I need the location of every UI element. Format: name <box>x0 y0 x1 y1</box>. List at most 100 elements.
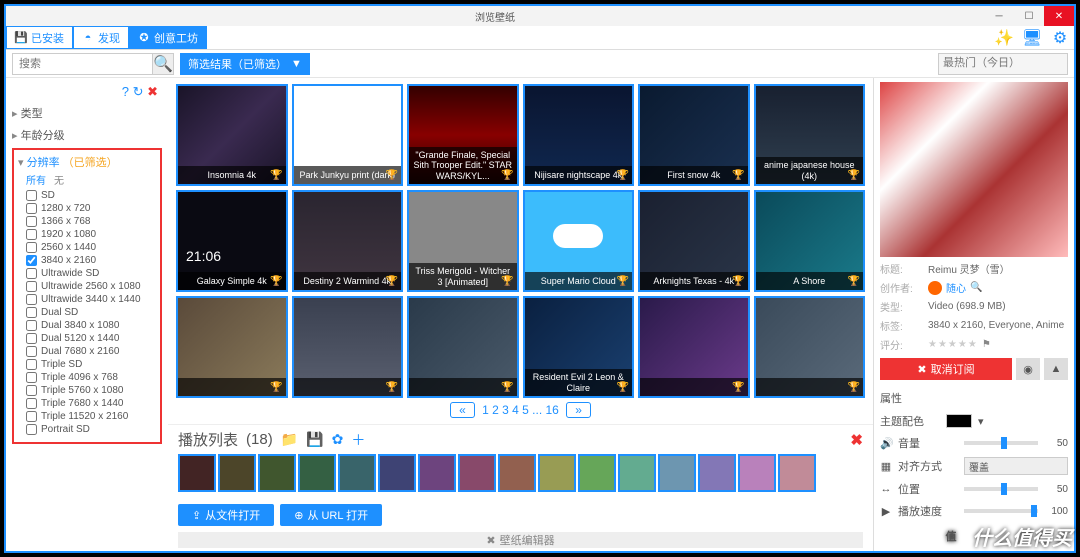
wallpaper-card[interactable]: First snow 4k🏆 <box>638 84 750 186</box>
clear-icon[interactable]: ✖ <box>147 84 158 99</box>
monitor-icon[interactable]: 🖥 <box>1018 26 1046 49</box>
search-author-icon[interactable]: 🔍 <box>970 282 982 293</box>
wallpaper-card[interactable]: Triss Merigold - Witcher 3 [Animated]🏆 <box>407 190 519 292</box>
playlist-thumb[interactable] <box>298 454 336 492</box>
playlist-thumb[interactable] <box>178 454 216 492</box>
wallpaper-card[interactable]: anime japanese house (4k)🏆 <box>754 84 866 186</box>
playlist-thumb[interactable] <box>578 454 616 492</box>
page-prev[interactable]: « <box>450 402 475 418</box>
settings-icon[interactable]: ✿ <box>332 431 344 448</box>
color-swatch[interactable] <box>946 414 972 428</box>
remove-playlist-icon[interactable]: ✖ <box>850 431 863 449</box>
warning-icon[interactable]: ▲ <box>1044 358 1068 380</box>
page-next[interactable]: » <box>566 402 591 418</box>
position-slider[interactable] <box>964 487 1038 491</box>
resolution-option[interactable]: Dual 3840 x 1080 <box>18 319 158 332</box>
checkbox[interactable] <box>26 320 37 331</box>
sidebar-category[interactable]: 类型 <box>12 102 162 124</box>
wallpaper-card[interactable]: Resident Evil 2 Leon & Claire🏆 <box>523 296 635 398</box>
checkbox[interactable] <box>26 411 37 422</box>
resolution-option[interactable]: 3840 x 2160 <box>18 254 158 267</box>
wallpaper-card[interactable]: Insomnia 4k🏆 <box>176 84 288 186</box>
wallpaper-card[interactable]: 🏆 <box>407 296 519 398</box>
resolution-option[interactable]: Ultrawide 3440 x 1440 <box>18 293 158 306</box>
folder-icon[interactable]: 📁 <box>281 431 298 448</box>
wallpaper-card[interactable]: Park Junkyu print (dark)🏆 <box>292 84 404 186</box>
resolution-option[interactable]: SD <box>18 189 158 202</box>
checkbox[interactable] <box>26 372 37 383</box>
add-icon[interactable]: ＋ <box>351 430 365 450</box>
playlist-thumb[interactable] <box>378 454 416 492</box>
resolution-option[interactable]: Dual 7680 x 2160 <box>18 345 158 358</box>
unsubscribe-button[interactable]: ✖取消订阅 <box>880 358 1012 380</box>
select-none[interactable]: 无 <box>54 176 64 187</box>
playlist-thumb[interactable] <box>698 454 736 492</box>
resolution-header[interactable]: 分辨率 （已筛选） <box>18 154 158 170</box>
resolution-option[interactable]: Triple 11520 x 2160 <box>18 410 158 423</box>
help-icon[interactable]: ? <box>122 84 129 99</box>
minimize-icon[interactable]: ─ <box>984 6 1014 26</box>
resolution-option[interactable]: Triple 5760 x 1080 <box>18 384 158 397</box>
wallpaper-card[interactable]: Nijisare nightscape 4k🏆 <box>523 84 635 186</box>
rating-stars[interactable]: ★★★★★⚑ <box>928 339 1068 350</box>
playlist-thumb[interactable] <box>538 454 576 492</box>
volume-slider[interactable] <box>964 441 1038 445</box>
checkbox[interactable] <box>26 229 37 240</box>
checkbox[interactable] <box>26 346 37 357</box>
playlist-thumb[interactable] <box>258 454 296 492</box>
wallpaper-card[interactable]: "Grande Finale, Special Sith Trooper Edi… <box>407 84 519 186</box>
wallpaper-card[interactable]: Arknights Texas - 4k🏆 <box>638 190 750 292</box>
wallpaper-card[interactable]: 🏆 <box>176 296 288 398</box>
playlist-thumb[interactable] <box>218 454 256 492</box>
checkbox[interactable] <box>26 242 37 253</box>
checkbox[interactable] <box>26 216 37 227</box>
filter-chip[interactable]: 筛选结果（已筛选）▼ <box>180 53 310 75</box>
gear-icon[interactable]: ⚙ <box>1046 26 1074 49</box>
checkbox[interactable] <box>26 203 37 214</box>
wand-icon[interactable]: ✨ <box>990 26 1018 49</box>
tab-discover[interactable]: ◓发现 <box>73 26 129 49</box>
resolution-option[interactable]: Ultrawide SD <box>18 267 158 280</box>
close-icon[interactable]: ✕ <box>1044 6 1074 26</box>
checkbox[interactable] <box>26 281 37 292</box>
checkbox[interactable] <box>26 398 37 409</box>
select-all[interactable]: 所有 <box>26 176 46 187</box>
resolution-option[interactable]: 1366 x 768 <box>18 215 158 228</box>
open-from-file-button[interactable]: ⇪从文件打开 <box>178 504 274 526</box>
resolution-option[interactable]: Dual SD <box>18 306 158 319</box>
open-from-url-button[interactable]: ⊕从 URL 打开 <box>280 504 382 526</box>
checkbox[interactable] <box>26 268 37 279</box>
wallpaper-card[interactable]: 21:06Galaxy Simple 4k🏆 <box>176 190 288 292</box>
checkbox[interactable] <box>26 255 37 266</box>
resolution-option[interactable]: Ultrawide 2560 x 1080 <box>18 280 158 293</box>
tab-workshop[interactable]: ✪创意工坊 <box>129 26 207 49</box>
resolution-option[interactable]: Triple 4096 x 768 <box>18 371 158 384</box>
checkbox[interactable] <box>26 424 37 435</box>
playlist-thumb[interactable] <box>738 454 776 492</box>
refresh-icon[interactable]: ↻ <box>133 84 144 99</box>
wallpaper-editor-button[interactable]: ✖壁纸编辑器 <box>178 532 863 548</box>
detail-author[interactable]: 随心🔍 <box>928 280 1068 295</box>
checkbox[interactable] <box>26 385 37 396</box>
wallpaper-card[interactable]: Destiny 2 Warmind 4k🏆 <box>292 190 404 292</box>
page-numbers[interactable]: 1 2 3 4 5 ... 16 <box>482 403 559 417</box>
playlist-thumb[interactable] <box>338 454 376 492</box>
checkbox[interactable] <box>26 294 37 305</box>
playlist-thumb[interactable] <box>498 454 536 492</box>
wallpaper-card[interactable]: Super Mario Cloud🏆 <box>523 190 635 292</box>
search-input[interactable] <box>12 53 174 75</box>
resolution-option[interactable]: Portrait SD <box>18 423 158 436</box>
checkbox[interactable] <box>26 190 37 201</box>
checkbox[interactable] <box>26 359 37 370</box>
steam-icon[interactable]: ◉ <box>1016 358 1040 380</box>
resolution-option[interactable]: Triple SD <box>18 358 158 371</box>
resolution-option[interactable]: 1280 x 720 <box>18 202 158 215</box>
wallpaper-card[interactable]: 🏆 <box>754 296 866 398</box>
resolution-option[interactable]: 1920 x 1080 <box>18 228 158 241</box>
speed-slider[interactable] <box>964 509 1038 513</box>
resolution-option[interactable]: 2560 x 1440 <box>18 241 158 254</box>
playlist-thumb[interactable] <box>778 454 816 492</box>
resolution-option[interactable]: Triple 7680 x 1440 <box>18 397 158 410</box>
resolution-option[interactable]: Dual 5120 x 1440 <box>18 332 158 345</box>
wallpaper-card[interactable]: 🏆 <box>292 296 404 398</box>
